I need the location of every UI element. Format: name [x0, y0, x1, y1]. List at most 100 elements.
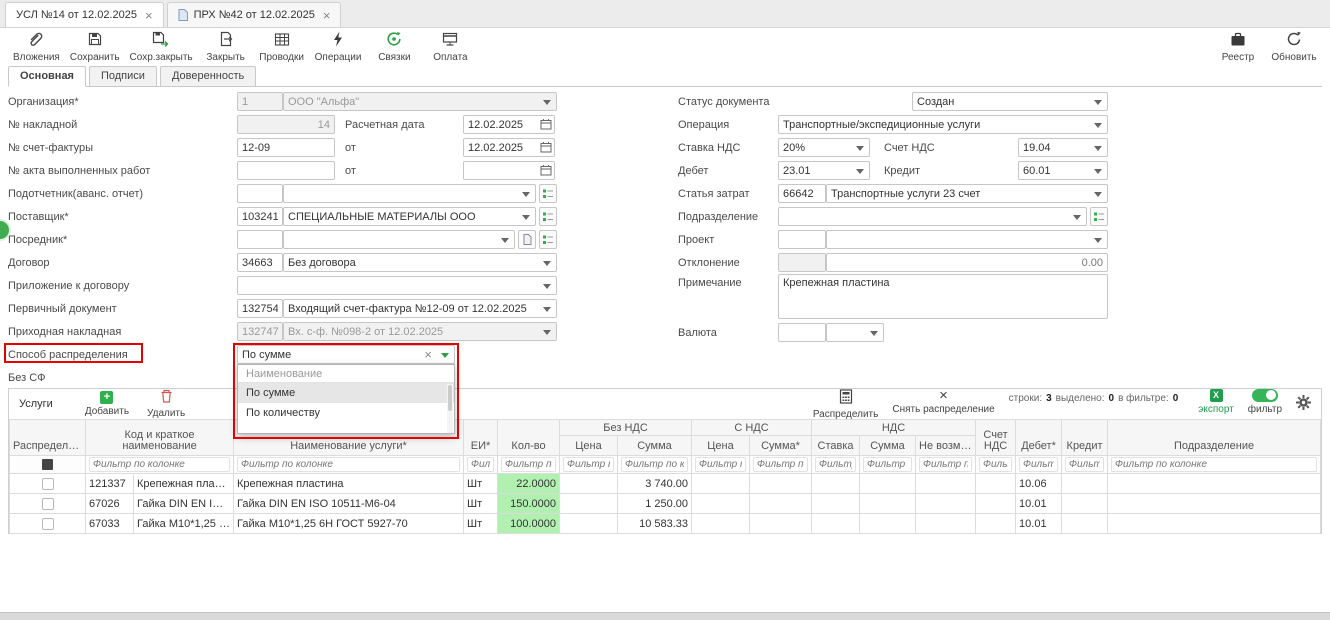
- undistribute-button[interactable]: × Снять распределение: [892, 389, 994, 415]
- filter-input[interactable]: [815, 457, 856, 472]
- col-non-refund[interactable]: Не возмещ.: [916, 436, 976, 456]
- division-select[interactable]: [778, 207, 1087, 226]
- cell-credit[interactable]: [1062, 514, 1108, 534]
- cell-vat-sum[interactable]: [860, 474, 916, 494]
- row-checkbox[interactable]: [42, 478, 54, 490]
- cell-sum-with-vat[interactable]: [750, 474, 812, 494]
- note-textarea[interactable]: Крепежная пластина: [778, 274, 1108, 319]
- project-select[interactable]: [826, 230, 1108, 249]
- cell-unit[interactable]: Шт: [464, 494, 498, 514]
- status-select[interactable]: Создан: [912, 92, 1108, 111]
- distribution-select[interactable]: По сумме ×: [237, 345, 455, 364]
- intermediary-code-field[interactable]: [237, 230, 283, 249]
- cell-sum-no-vat[interactable]: 1 250.00: [618, 494, 692, 514]
- cell-division[interactable]: [1108, 474, 1321, 494]
- cell-qty[interactable]: 22.0000: [498, 474, 560, 494]
- dropdown-option-by-sum[interactable]: По сумме: [238, 383, 454, 403]
- invoice-date-field[interactable]: [463, 138, 555, 157]
- filter-input[interactable]: [863, 457, 912, 472]
- cell-debit[interactable]: 10.01: [1016, 494, 1062, 514]
- cell-service-name[interactable]: Гайка М10*1,25 6Н ГОСТ 5927-70: [234, 514, 464, 534]
- close-tab-icon[interactable]: ×: [323, 9, 331, 22]
- cell-price-no-vat[interactable]: [560, 514, 618, 534]
- scrollbar-thumb[interactable]: [448, 385, 452, 411]
- table-row[interactable]: 67033 Гайка М10*1,25 6Н Г... Гайка М10*1…: [10, 514, 1321, 534]
- supplier-tree-button[interactable]: [539, 207, 557, 226]
- cell-vat-rate[interactable]: [812, 494, 860, 514]
- col-price-no-vat[interactable]: Цена: [560, 436, 618, 456]
- intermediary-select[interactable]: [283, 230, 515, 249]
- cell-price-no-vat[interactable]: [560, 474, 618, 494]
- supplier-code-field[interactable]: [237, 207, 283, 226]
- cell-unit[interactable]: Шт: [464, 474, 498, 494]
- cell-sum-no-vat[interactable]: 3 740.00: [618, 474, 692, 494]
- filter-input[interactable]: [237, 457, 460, 472]
- cell-division[interactable]: [1108, 494, 1321, 514]
- dropdown-option-by-qty[interactable]: По количеству: [238, 403, 454, 423]
- col-division[interactable]: Подразделение: [1108, 420, 1321, 456]
- filter-input[interactable]: [621, 457, 688, 472]
- cell-code[interactable]: 121337: [86, 474, 134, 494]
- cell-division[interactable]: [1108, 514, 1321, 534]
- contract-select[interactable]: Без договора: [283, 253, 557, 272]
- calendar-icon[interactable]: [540, 118, 552, 130]
- refresh-button[interactable]: Обновить: [1266, 30, 1322, 64]
- col-code-name[interactable]: Код и краткое наименование: [86, 420, 234, 456]
- division-tree-button[interactable]: [1090, 207, 1108, 226]
- organization-code-field[interactable]: [237, 92, 283, 111]
- attachments-button[interactable]: Вложения: [8, 30, 65, 64]
- cell-sum-with-vat[interactable]: [750, 514, 812, 534]
- cell-vat-rate[interactable]: [812, 514, 860, 534]
- cell-credit[interactable]: [1062, 474, 1108, 494]
- calc-date-field[interactable]: [463, 115, 555, 134]
- calendar-icon[interactable]: [540, 164, 552, 176]
- cell-vat-sum[interactable]: [860, 494, 916, 514]
- cell-unit[interactable]: Шт: [464, 514, 498, 534]
- cell-price-with-vat[interactable]: [692, 514, 750, 534]
- act-number-field[interactable]: [237, 161, 335, 180]
- intermediary-tree-button[interactable]: [539, 230, 557, 249]
- invoice-number-field[interactable]: [237, 138, 335, 157]
- project-code-field[interactable]: [778, 230, 826, 249]
- col-unit[interactable]: ЕИ*: [464, 420, 498, 456]
- col-debit[interactable]: Дебет*: [1016, 420, 1062, 456]
- col-sum-no-vat[interactable]: Сумма: [618, 436, 692, 456]
- filter-toggle[interactable]: фильтр: [1248, 389, 1282, 415]
- operations-button[interactable]: Операции: [310, 30, 367, 64]
- row-checkbox[interactable]: [42, 498, 54, 510]
- cell-code[interactable]: 67026: [86, 494, 134, 514]
- cell-code[interactable]: 67033: [86, 514, 134, 534]
- filter-input[interactable]: [501, 457, 556, 472]
- links-button[interactable]: Связки: [366, 30, 422, 64]
- cell-short-name[interactable]: Гайка DIN EN ISO 10...: [134, 494, 234, 514]
- cell-sum-with-vat[interactable]: [750, 494, 812, 514]
- contract-code-field[interactable]: [237, 253, 283, 272]
- cell-short-name[interactable]: Крепежная пластина: [134, 474, 234, 494]
- filter-input[interactable]: [1065, 457, 1104, 472]
- filter-input[interactable]: [89, 457, 230, 472]
- row-checkbox[interactable]: [42, 518, 54, 530]
- annex-select[interactable]: [237, 276, 557, 295]
- cell-vat-account[interactable]: [976, 514, 1016, 534]
- calendar-icon[interactable]: [540, 141, 552, 153]
- cell-non-refund[interactable]: [916, 474, 976, 494]
- intermediary-doc-button[interactable]: [518, 230, 536, 249]
- col-price-with-vat[interactable]: Цена: [692, 436, 750, 456]
- accountable-tree-button[interactable]: [539, 184, 557, 203]
- operation-select[interactable]: Транспортные/экспедиционные услуги: [778, 115, 1108, 134]
- cell-non-refund[interactable]: [916, 494, 976, 514]
- filter-input[interactable]: [753, 457, 808, 472]
- col-vat-account[interactable]: Счет НДС: [976, 420, 1016, 456]
- cost-item-select[interactable]: Транспортные услуги 23 счет: [826, 184, 1108, 203]
- cell-qty[interactable]: 150.0000: [498, 494, 560, 514]
- tab-poa[interactable]: Доверенность: [160, 66, 256, 86]
- primary-doc-select[interactable]: Входящий счет-фактура №12-09 от 12.02.20…: [283, 299, 557, 318]
- primary-doc-code-field[interactable]: [237, 299, 283, 318]
- cost-item-code-field[interactable]: [778, 184, 826, 203]
- cell-vat-rate[interactable]: [812, 474, 860, 494]
- select-all-checkbox[interactable]: [42, 459, 53, 470]
- dropdown-scrollbar[interactable]: [447, 384, 453, 433]
- doc-tab-prh[interactable]: ПРХ №42 от 12.02.2025 ×: [167, 2, 342, 27]
- receipt-select[interactable]: Вх. с-ф. №098-2 от 12.02.2025: [283, 322, 557, 341]
- save-close-button[interactable]: Сохр.закрыть: [125, 30, 198, 64]
